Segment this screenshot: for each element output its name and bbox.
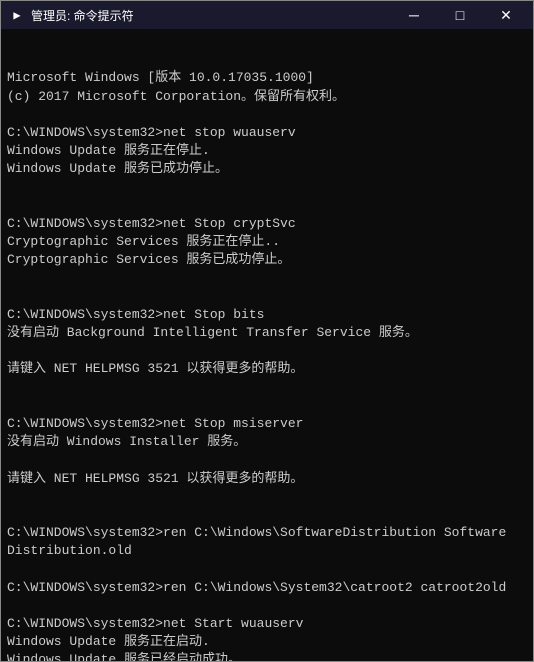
terminal-line xyxy=(7,560,527,578)
window: ▶ 管理员: 命令提示符 ─ □ ✕ Microsoft Windows [版本… xyxy=(0,0,534,662)
terminal-line: Cryptographic Services 服务正在停止.. xyxy=(7,233,527,251)
minimize-button[interactable]: ─ xyxy=(391,1,437,29)
terminal-line: C:\WINDOWS\system32>net Start wuauserv xyxy=(7,615,527,633)
terminal-line: 请键入 NET HELPMSG 3521 以获得更多的帮助。 xyxy=(7,470,527,488)
terminal-line xyxy=(7,379,527,397)
terminal-line xyxy=(7,106,527,124)
terminal-line: 没有启动 Background Intelligent Transfer Ser… xyxy=(7,324,527,342)
window-title: 管理员: 命令提示符 xyxy=(31,7,134,24)
terminal-line: C:\WINDOWS\system32>net stop wuauserv xyxy=(7,124,527,142)
terminal-line xyxy=(7,597,527,615)
terminal-line xyxy=(7,288,527,306)
terminal-line: C:\WINDOWS\system32>ren C:\Windows\Softw… xyxy=(7,524,527,542)
terminal-line: C:\WINDOWS\system32>net Stop msiserver xyxy=(7,415,527,433)
terminal-line xyxy=(7,506,527,524)
terminal-line: Distribution.old xyxy=(7,542,527,560)
terminal-line: (c) 2017 Microsoft Corporation。保留所有权利。 xyxy=(7,88,527,106)
terminal-line: Windows Update 服务已经启动成功。 xyxy=(7,651,527,661)
terminal-line xyxy=(7,451,527,469)
terminal-line: 没有启动 Windows Installer 服务。 xyxy=(7,433,527,451)
terminal-line: C:\WINDOWS\system32>ren C:\Windows\Syste… xyxy=(7,579,527,597)
terminal-line: Windows Update 服务已成功停止。 xyxy=(7,160,527,178)
terminal-line: C:\WINDOWS\system32>net Stop cryptSvc xyxy=(7,215,527,233)
terminal-line: Cryptographic Services 服务已成功停止。 xyxy=(7,251,527,269)
terminal-line xyxy=(7,179,527,197)
title-bar-left: ▶ 管理员: 命令提示符 xyxy=(9,7,134,24)
terminal-line xyxy=(7,342,527,360)
terminal-line xyxy=(7,488,527,506)
maximize-button[interactable]: □ xyxy=(437,1,483,29)
terminal-line: Microsoft Windows [版本 10.0.17035.1000] xyxy=(7,69,527,87)
terminal-line xyxy=(7,197,527,215)
terminal-line: Windows Update 服务正在停止. xyxy=(7,142,527,160)
cmd-window: ▶ 管理员: 命令提示符 ─ □ ✕ Microsoft Windows [版本… xyxy=(0,0,534,662)
title-buttons: ─ □ ✕ xyxy=(391,1,529,29)
terminal-line: 请键入 NET HELPMSG 3521 以获得更多的帮助。 xyxy=(7,360,527,378)
close-button[interactable]: ✕ xyxy=(483,1,529,29)
terminal-line: Windows Update 服务正在启动. xyxy=(7,633,527,651)
cmd-icon: ▶ xyxy=(9,7,25,23)
terminal-line xyxy=(7,269,527,287)
title-bar: ▶ 管理员: 命令提示符 ─ □ ✕ xyxy=(1,1,533,29)
terminal-line: C:\WINDOWS\system32>net Stop bits xyxy=(7,306,527,324)
terminal-line xyxy=(7,397,527,415)
terminal-output[interactable]: Microsoft Windows [版本 10.0.17035.1000](c… xyxy=(1,29,533,661)
